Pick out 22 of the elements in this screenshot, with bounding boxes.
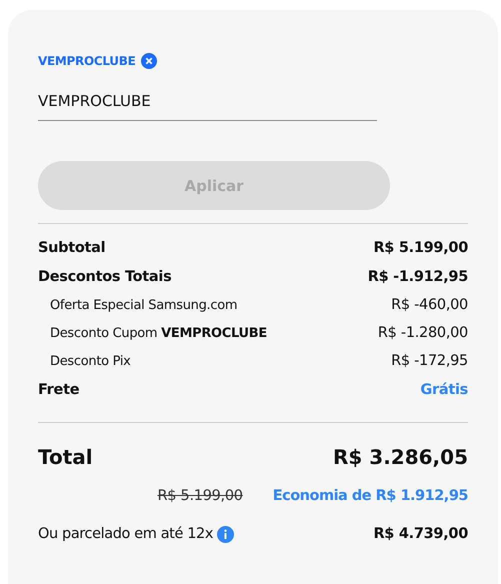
- close-icon[interactable]: [141, 53, 158, 69]
- summary-label: Subtotal: [38, 240, 106, 256]
- summary-value: R$ -460,00: [391, 297, 468, 313]
- summary-value: R$ -1.280,00: [378, 325, 468, 341]
- old-price: R$ 5.199,00: [158, 488, 243, 504]
- summary-label: Desconto Cupom VEMPROCLUBE: [50, 326, 267, 340]
- total-label: Total: [38, 445, 93, 469]
- summary-value: R$ -172,95: [391, 353, 468, 369]
- summary-label: Oferta Especial Samsung.com: [50, 298, 238, 312]
- summary-value: Grátis: [420, 382, 468, 398]
- total-value: R$ 3.286,05: [333, 445, 468, 469]
- summary-value: R$ 5.199,00: [373, 240, 468, 256]
- info-icon[interactable]: [217, 526, 234, 542]
- summary-value: R$ -1.912,95: [368, 268, 468, 284]
- installments-label: Ou parcelado em até 12x: [38, 526, 214, 542]
- summary-label: Descontos Totais: [38, 268, 172, 284]
- installments-value: R$ 4.739,00: [373, 526, 468, 542]
- summary-label: Frete: [38, 382, 80, 398]
- coupon-tag: VEMPROCLUBE: [38, 54, 136, 68]
- coupon-input-field[interactable]: VEMPROCLUBE: [38, 88, 377, 121]
- savings-text: Economia de R$ 1.912,95: [272, 488, 468, 504]
- summary-label: Desconto Pix: [50, 354, 131, 368]
